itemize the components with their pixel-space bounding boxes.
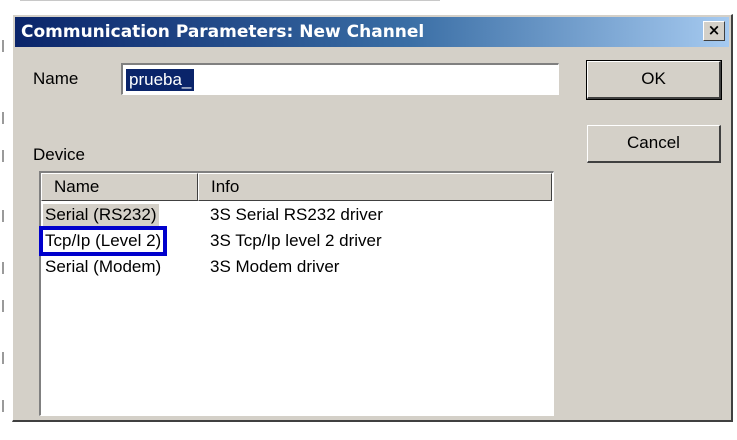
- name-input[interactable]: prueba_: [121, 63, 559, 95]
- name-label: Name: [33, 69, 79, 88]
- close-icon: ×: [707, 21, 721, 39]
- list-item[interactable]: Tcp/Ip (Level 2) 3S Tcp/Ip level 2 drive…: [38, 226, 553, 256]
- device-info-cell: 3S Tcp/Ip level 2 driver: [210, 231, 382, 250]
- background-artifact: [2, 352, 4, 364]
- name-input-value: prueba_: [126, 69, 195, 91]
- device-list-header: Name Info: [41, 173, 553, 201]
- device-name-cell: Serial (RS232): [43, 204, 159, 226]
- dialog-title: Communication Parameters: New Channel: [21, 22, 425, 42]
- device-info-cell: 3S Modem driver: [210, 257, 340, 276]
- device-label: Device: [33, 145, 85, 164]
- communication-parameters-dialog: Communication Parameters: New Channel × …: [12, 14, 733, 422]
- background-artifact: [2, 150, 4, 162]
- background-artifact: [2, 262, 4, 274]
- background-artifact: [2, 400, 4, 412]
- device-list[interactable]: Name Info Serial (RS232) 3S Serial RS232…: [38, 171, 554, 416]
- column-header-name[interactable]: Name: [41, 173, 198, 201]
- list-item[interactable]: Serial (Modem) 3S Modem driver: [41, 255, 553, 281]
- device-name-cell: Serial (Modem): [45, 257, 162, 276]
- ok-button[interactable]: OK: [586, 60, 722, 100]
- device-name-cell: Tcp/Ip (Level 2): [38, 226, 168, 256]
- cancel-button[interactable]: Cancel: [587, 125, 721, 163]
- screen-background: Communication Parameters: New Channel × …: [0, 0, 737, 440]
- device-info-cell: 3S Serial RS232 driver: [210, 205, 383, 224]
- background-artifact: [2, 112, 4, 124]
- list-item[interactable]: Serial (RS232) 3S Serial RS232 driver: [41, 203, 553, 229]
- background-artifact: [2, 40, 4, 52]
- background-artifact: [2, 210, 4, 222]
- column-header-info[interactable]: Info: [198, 173, 552, 201]
- title-bar[interactable]: Communication Parameters: New Channel ×: [15, 17, 729, 47]
- background-artifact: [2, 300, 4, 312]
- close-button[interactable]: ×: [703, 21, 725, 41]
- background-window-edge: [20, 0, 440, 5]
